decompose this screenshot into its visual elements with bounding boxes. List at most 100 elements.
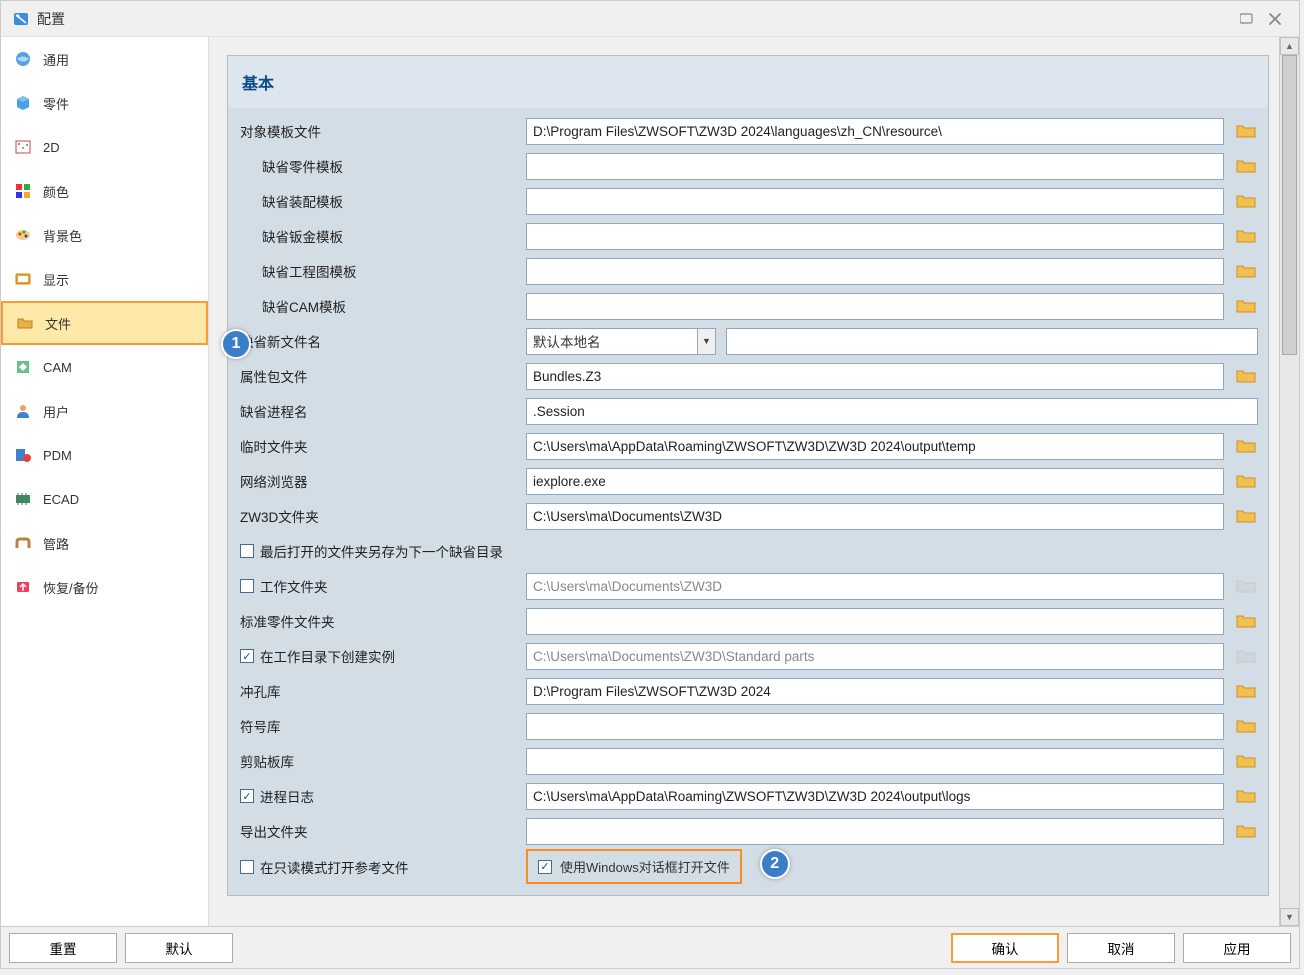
sidebar-item-general[interactable]: 通用 (1, 37, 208, 81)
folder-icon (15, 313, 35, 333)
sidebar-item-user[interactable]: 用户 (1, 389, 208, 433)
sidebar-item-ecad[interactable]: ECAD (1, 477, 208, 521)
browse-button[interactable] (1234, 365, 1258, 387)
close-button[interactable] (1261, 7, 1289, 31)
browse-button[interactable] (1234, 610, 1258, 632)
browse-button[interactable] (1234, 260, 1258, 282)
browser-input[interactable] (526, 468, 1224, 495)
def-part-tpl-input[interactable] (526, 153, 1224, 180)
backup-icon (13, 577, 33, 597)
process-log-input[interactable] (526, 783, 1224, 810)
label: 对象模板文件 (238, 121, 520, 141)
sidebar-item-file[interactable]: 文件 (1, 301, 208, 345)
checkbox-row: 进程日志 (238, 786, 520, 806)
create-in-work-input[interactable] (526, 643, 1224, 670)
browse-button[interactable] (1234, 435, 1258, 457)
vertical-scrollbar[interactable]: ▲ ▼ (1279, 37, 1299, 926)
sidebar-item-pdm[interactable]: PDM (1, 433, 208, 477)
reset-button[interactable]: 重置 (9, 933, 117, 963)
browse-button[interactable] (1234, 785, 1258, 807)
newfile-value-input[interactable] (726, 328, 1258, 355)
ok-button[interactable]: 确认 (951, 933, 1059, 963)
color-icon (13, 181, 33, 201)
sidebar-item-2d[interactable]: 2D (1, 125, 208, 169)
create-in-work-checkbox[interactable] (240, 649, 254, 663)
sidebar-item-cam[interactable]: CAM (1, 345, 208, 389)
browse-button[interactable] (1234, 155, 1258, 177)
browse-button[interactable] (1234, 225, 1258, 247)
symbol-lib-input[interactable] (526, 713, 1224, 740)
row-save-last: 最后打开的文件夹另存为下一个缺省目录 (238, 534, 1258, 568)
chevron-down-icon[interactable]: ▼ (698, 328, 716, 355)
clip-lib-input[interactable] (526, 748, 1224, 775)
process-input[interactable] (526, 398, 1258, 425)
scrollbar-thumb[interactable] (1282, 55, 1297, 355)
browse-button (1234, 575, 1258, 597)
window-title: 配置 (37, 9, 1233, 29)
punch-lib-input[interactable] (526, 678, 1224, 705)
label: 标准零件文件夹 (238, 611, 520, 631)
label: 缺省零件模板 (238, 156, 520, 176)
content-wrap: 基本 对象模板文件 缺省零件模板 缺省装配模板 缺省钣金模板 缺省工程图模板 缺… (209, 37, 1299, 926)
ecad-icon (13, 489, 33, 509)
checkbox-label: 使用Windows对话框打开文件 (560, 857, 730, 876)
sidebar-item-bgcolor[interactable]: 背景色 (1, 213, 208, 257)
footer: 重置 默认 确认 取消 应用 (1, 926, 1299, 968)
work-folder-input[interactable] (526, 573, 1224, 600)
browse-button[interactable] (1234, 505, 1258, 527)
def-sheet-tpl-input[interactable] (526, 223, 1224, 250)
sidebar-item-routing[interactable]: 管路 (1, 521, 208, 565)
sidebar-label: 颜色 (43, 182, 69, 201)
browse-button[interactable] (1234, 820, 1258, 842)
bundle-input[interactable] (526, 363, 1224, 390)
checkbox-label: 进程日志 (260, 786, 314, 806)
newfile-select[interactable]: 默认本地名 ▼ (526, 328, 716, 355)
sidebar-label: 2D (43, 140, 60, 155)
zw3d-folder-input[interactable] (526, 503, 1224, 530)
process-log-checkbox[interactable] (240, 789, 254, 803)
titlebar: 配置 (1, 1, 1299, 37)
label: 剪贴板库 (238, 751, 520, 771)
sidebar-label: 通用 (43, 50, 69, 69)
scroll-down-icon[interactable]: ▼ (1280, 908, 1299, 926)
checkbox-label: 最后打开的文件夹另存为下一个缺省目录 (260, 541, 503, 561)
row-work-folder: 工作文件夹 (238, 569, 1258, 603)
browse-button[interactable] (1234, 470, 1258, 492)
sidebar-label: 恢复/备份 (43, 578, 99, 597)
apply-button[interactable]: 应用 (1183, 933, 1291, 963)
def-drawing-tpl-input[interactable] (526, 258, 1224, 285)
label: 缺省进程名 (238, 401, 520, 421)
sidebar-item-display[interactable]: 显示 (1, 257, 208, 301)
std-part-input[interactable] (526, 608, 1224, 635)
sidebar-label: 零件 (43, 94, 69, 113)
work-folder-checkbox[interactable] (240, 579, 254, 593)
checkbox-label: 在只读模式打开参考文件 (260, 857, 409, 877)
help-button[interactable] (1233, 7, 1261, 31)
temp-folder-input[interactable] (526, 433, 1224, 460)
browse-button[interactable] (1234, 295, 1258, 317)
readonly-ref-checkbox[interactable] (240, 860, 254, 874)
checkbox-row: 在只读模式打开参考文件 (238, 857, 520, 877)
def-asm-tpl-input[interactable] (526, 188, 1224, 215)
save-last-checkbox[interactable] (240, 544, 254, 558)
label: 属性包文件 (238, 366, 520, 386)
obj-template-input[interactable] (526, 118, 1224, 145)
default-button[interactable]: 默认 (125, 933, 233, 963)
label: 缺省新文件名 (238, 331, 520, 351)
sidebar-item-color[interactable]: 颜色 (1, 169, 208, 213)
browse-button[interactable] (1234, 190, 1258, 212)
sidebar-item-backup[interactable]: 恢复/备份 (1, 565, 208, 609)
annotation-badge-1: 1 (221, 329, 251, 359)
scroll-up-icon[interactable]: ▲ (1280, 37, 1299, 55)
use-win-dialog-checkbox[interactable] (538, 860, 552, 874)
browse-button[interactable] (1234, 715, 1258, 737)
browse-button[interactable] (1234, 680, 1258, 702)
def-cam-tpl-input[interactable] (526, 293, 1224, 320)
cancel-button[interactable]: 取消 (1067, 933, 1175, 963)
browse-button[interactable] (1234, 750, 1258, 772)
export-folder-input[interactable] (526, 818, 1224, 845)
browse-button[interactable] (1234, 120, 1258, 142)
use-win-dialog-highlight: 使用Windows对话框打开文件 (526, 849, 742, 884)
sidebar-item-part[interactable]: 零件 (1, 81, 208, 125)
sidebar-label: 显示 (43, 270, 69, 289)
